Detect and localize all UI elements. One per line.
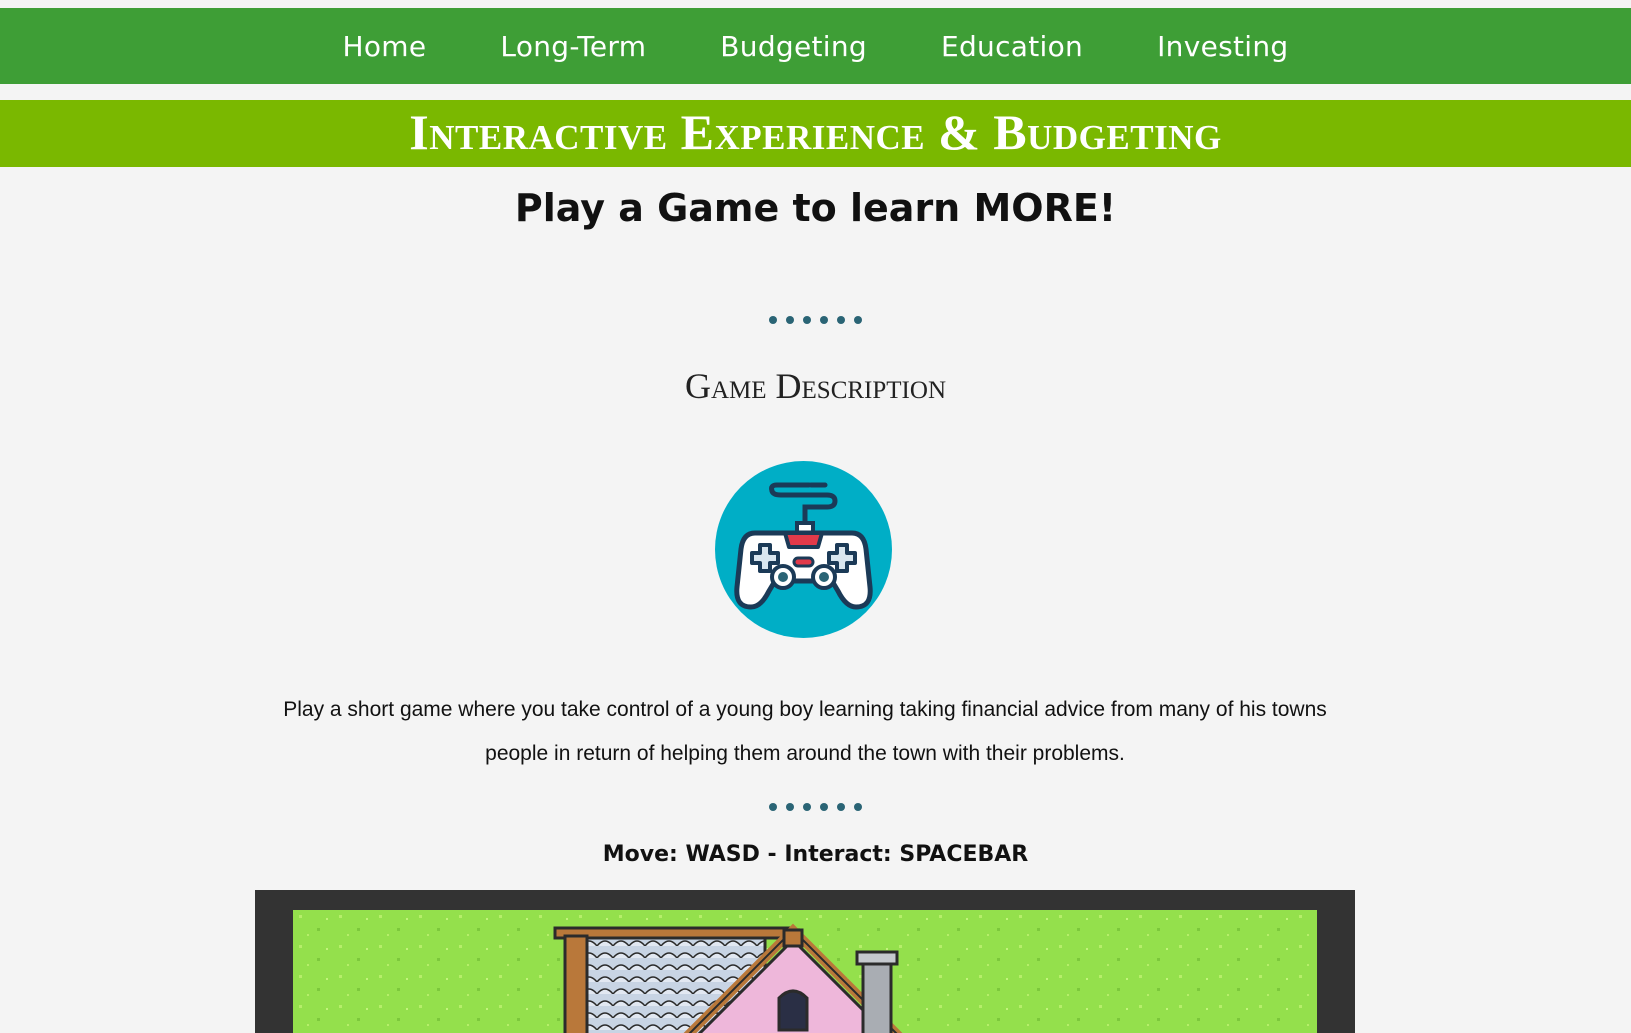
divider-dot: [854, 803, 862, 811]
game-canvas[interactable]: [293, 910, 1317, 1033]
game-heading: Play a Game to learn MORE!: [514, 186, 1117, 230]
divider-dot: [786, 803, 794, 811]
divider-dot: [854, 316, 862, 324]
nav-long-term-link[interactable]: Long-Term: [500, 30, 646, 63]
divider-dot: [803, 316, 811, 324]
page-title: Interactive Experience & Budgeting: [409, 103, 1222, 160]
game-description-text: Play a short game where you take control…: [283, 698, 1327, 765]
divider-dot: [837, 803, 845, 811]
main-nav: Home Long-Term Budgeting Education Inves…: [0, 8, 1631, 84]
gamepad-icon-graphic: [734, 482, 873, 610]
nav-budgeting-link[interactable]: Budgeting: [720, 30, 867, 63]
nav-investing-link[interactable]: Investing: [1157, 30, 1288, 63]
divider-dot: [769, 316, 777, 324]
page-banner: Interactive Experience & Budgeting: [0, 100, 1631, 167]
dot-divider-bottom: [0, 803, 1631, 811]
section-title-game-description: Game Description: [684, 366, 946, 406]
divider-dot: [820, 316, 828, 324]
dot-divider-top: [0, 316, 1631, 324]
divider-dot: [837, 316, 845, 324]
game-scene: [293, 910, 1317, 1033]
nav-education-link[interactable]: Education: [941, 30, 1083, 63]
top-navigation-bar: Home Long-Term Budgeting Education Inves…: [0, 8, 1631, 84]
nav-home-link[interactable]: Home: [343, 30, 427, 63]
divider-dot: [786, 316, 794, 324]
gamepad-icon: [715, 461, 892, 638]
divider-dot: [769, 803, 777, 811]
divider-dot: [820, 803, 828, 811]
game-frame: [255, 890, 1355, 1033]
game-controls-text: Move: WASD - Interact: SPACEBAR: [602, 842, 1029, 867]
divider-dot: [803, 803, 811, 811]
